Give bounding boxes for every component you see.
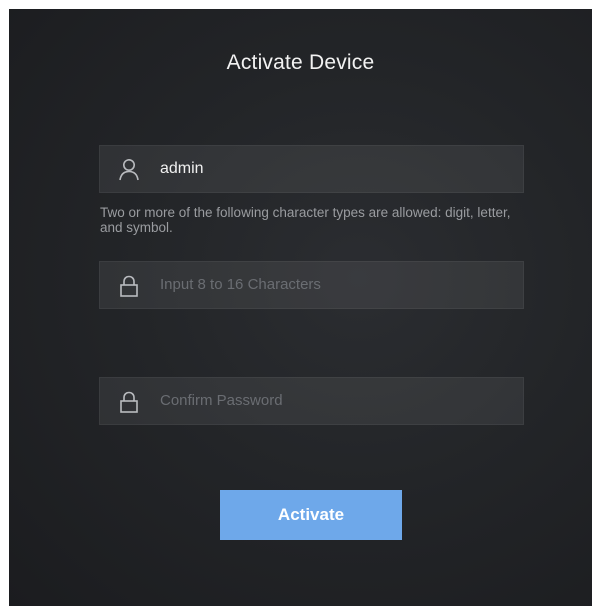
password-field[interactable] bbox=[99, 261, 524, 309]
activate-button[interactable]: Activate bbox=[220, 490, 402, 540]
user-icon bbox=[118, 158, 140, 182]
confirm-password-input[interactable] bbox=[160, 378, 500, 424]
password-hint: Two or more of the following character t… bbox=[100, 205, 511, 235]
lock-icon bbox=[118, 390, 140, 414]
username-value: admin bbox=[160, 160, 204, 177]
lock-icon bbox=[118, 274, 140, 298]
confirm-password-field[interactable] bbox=[99, 377, 524, 425]
activation-panel: Activate Device admin Two or more of the… bbox=[9, 9, 592, 606]
username-field[interactable]: admin bbox=[99, 145, 524, 193]
password-input[interactable] bbox=[160, 262, 500, 308]
dialog-title: Activate Device bbox=[226, 51, 375, 74]
